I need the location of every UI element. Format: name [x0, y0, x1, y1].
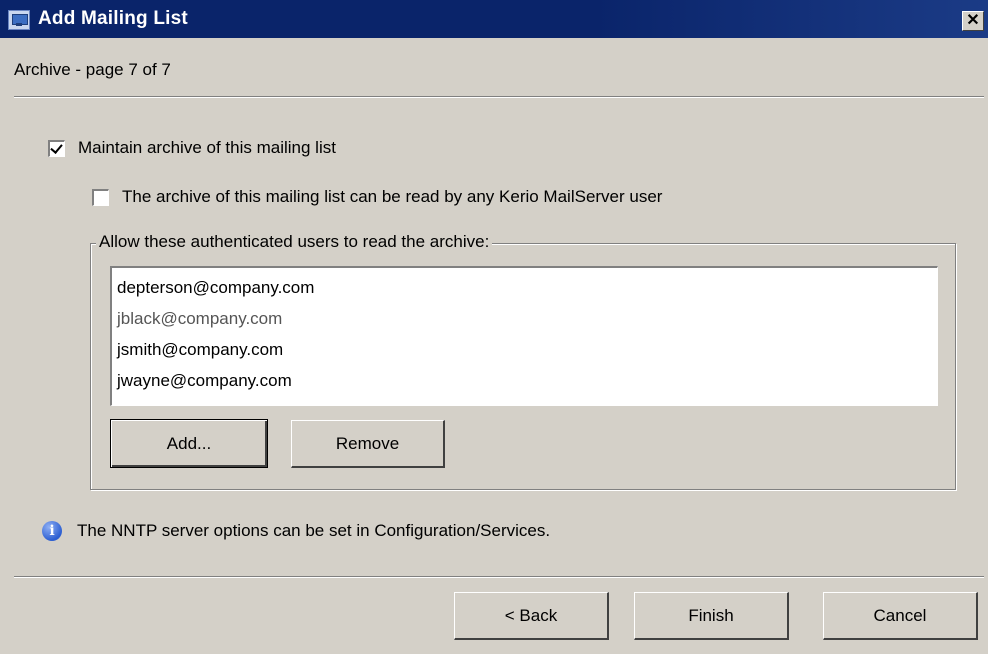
footer-divider [14, 576, 984, 578]
back-button[interactable]: < Back [454, 592, 609, 640]
window-title: Add Mailing List [38, 8, 188, 29]
page-label: Archive - page 7 of 7 [14, 60, 171, 79]
authenticated-users-group-label: Allow these authenticated users to read … [96, 232, 493, 252]
maintain-archive-option[interactable]: Maintain archive of this mailing list [48, 138, 336, 158]
list-item[interactable]: jwayne@company.com [115, 365, 934, 396]
header-divider [14, 96, 984, 98]
any-user-checkbox[interactable] [92, 188, 109, 206]
maintain-archive-checkbox[interactable] [48, 139, 65, 157]
add-button[interactable]: Add... [110, 419, 268, 468]
back-button-label: < Back [504, 606, 558, 625]
users-listbox[interactable]: depterson@company.com jblack@company.com… [110, 266, 938, 406]
maintain-archive-label: Maintain archive of this mailing list [78, 138, 336, 157]
info-text: The NNTP server options can be set in Co… [77, 521, 551, 540]
remove-button[interactable]: Remove [291, 420, 445, 468]
close-icon[interactable]: ✕ [962, 11, 984, 31]
cancel-button[interactable]: Cancel [823, 592, 978, 640]
title-bar: Add Mailing List ✕ [0, 0, 988, 38]
info-icon: i [42, 521, 62, 541]
list-item[interactable]: depterson@company.com [115, 272, 934, 303]
any-user-option[interactable]: The archive of this mailing list can be … [92, 187, 662, 207]
cancel-button-label: Cancel [873, 606, 927, 625]
any-user-label: The archive of this mailing list can be … [122, 187, 663, 206]
list-item[interactable]: jsmith@company.com [115, 334, 934, 365]
add-button-label: Add... [166, 434, 212, 453]
finish-button[interactable]: Finish [634, 592, 789, 640]
list-item[interactable]: jblack@company.com [115, 303, 934, 334]
finish-button-label: Finish [688, 606, 734, 625]
app-icon [8, 10, 30, 30]
remove-button-label: Remove [335, 434, 400, 453]
